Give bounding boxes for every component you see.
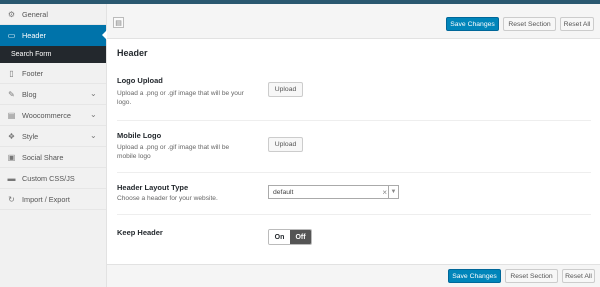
sidebar-subitem-label: Search Form bbox=[11, 51, 52, 58]
header-layout-select[interactable]: default × ▼ bbox=[268, 185, 399, 199]
field-description: Upload a .png or .gif image that will be… bbox=[117, 144, 230, 160]
sidebar-item-label: Header bbox=[22, 31, 46, 40]
sidebar-item-woocommerce[interactable]: ▤ Woocommerce ⌄ bbox=[0, 105, 106, 126]
save-changes-button[interactable]: Save Changes bbox=[446, 17, 499, 31]
sidebar-item-label: Woocommerce bbox=[22, 110, 71, 120]
gears-icon: ⚙ bbox=[7, 9, 16, 19]
selected-value: default bbox=[273, 188, 294, 196]
sidebar-item-general[interactable]: ⚙ General bbox=[0, 4, 106, 25]
sidebar-item-style[interactable]: ❖ Style ⌄ bbox=[0, 126, 106, 147]
expand-options-icon[interactable]: ▤ bbox=[113, 17, 124, 28]
mobile-logo-upload-button[interactable]: Upload bbox=[268, 137, 303, 152]
reset-section-button[interactable]: Reset Section bbox=[503, 17, 556, 31]
reset-all-button[interactable]: Reset All bbox=[562, 269, 595, 283]
section-title: Header bbox=[117, 48, 148, 58]
reset-section-button[interactable]: Reset Section bbox=[505, 269, 558, 283]
bag-icon: ▤ bbox=[7, 110, 16, 120]
toggle-on-option[interactable]: On bbox=[269, 230, 290, 244]
sidebar-item-footer[interactable]: ▯ Footer bbox=[0, 63, 106, 84]
chevron-down-icon[interactable]: ⌄ bbox=[90, 132, 98, 140]
field-description: Choose a header for your website. bbox=[117, 195, 218, 202]
sidebar-item-custom-css-js[interactable]: ▬ Custom CSS/JS bbox=[0, 168, 106, 189]
field-header-layout-type: Header Layout Type Choose a header for y… bbox=[117, 172, 591, 214]
sidebar-item-label: Custom CSS/JS bbox=[22, 173, 75, 183]
top-action-bar: ▤ Save Changes Reset Section Reset All bbox=[107, 4, 600, 39]
field-description: Upload a .png or .gif image that will be… bbox=[117, 90, 244, 106]
sidebar-item-blog[interactable]: ✎ Blog ⌄ bbox=[0, 84, 106, 105]
bottom-action-bar: Save Changes Reset Section Reset All bbox=[107, 264, 600, 287]
clear-icon[interactable]: × bbox=[382, 188, 387, 197]
code-icon: ▬ bbox=[7, 173, 16, 183]
field-label: Keep Header bbox=[117, 228, 163, 237]
sidebar-item-label: Blog bbox=[22, 89, 37, 99]
logo-upload-button[interactable]: Upload bbox=[268, 82, 303, 97]
toggle-off-option[interactable]: Off bbox=[290, 230, 311, 244]
footer-icon: ▯ bbox=[9, 68, 14, 78]
dropdown-arrow-icon[interactable]: ▼ bbox=[388, 186, 398, 198]
field-label: Header Layout Type bbox=[117, 183, 189, 192]
chevron-down-icon[interactable]: ⌄ bbox=[90, 111, 98, 119]
sidebar-item-label: Social Share bbox=[22, 152, 64, 162]
palette-icon: ❖ bbox=[7, 131, 16, 141]
share-icon: ▣ bbox=[7, 152, 16, 162]
field-mobile-logo: Mobile Logo Upload a .png or .gif image … bbox=[117, 120, 591, 170]
reset-all-button[interactable]: Reset All bbox=[560, 17, 594, 31]
sidebar-item-header[interactable]: ▭ Header bbox=[0, 25, 107, 46]
sidebar-item-label: Style bbox=[22, 131, 39, 141]
sidebar-item-label: Import / Export bbox=[22, 194, 70, 204]
sidebar-item-label: Footer bbox=[22, 68, 44, 78]
refresh-icon: ↻ bbox=[8, 194, 15, 204]
keep-header-toggle[interactable]: On Off bbox=[268, 229, 312, 245]
save-changes-button[interactable]: Save Changes bbox=[448, 269, 501, 283]
sidebar-subitem-search-form[interactable]: Search Form bbox=[0, 46, 106, 63]
sidebar-item-label: General bbox=[22, 9, 48, 19]
sidebar-item-social-share[interactable]: ▣ Social Share bbox=[0, 147, 106, 168]
pencil-icon: ✎ bbox=[8, 89, 15, 99]
options-sidebar: ⚙ General ▭ Header Search Form ▯ Footer … bbox=[0, 4, 107, 287]
options-main-panel: ▤ Save Changes Reset Section Reset All H… bbox=[107, 4, 600, 287]
field-logo-upload: Logo Upload Upload a .png or .gif image … bbox=[117, 70, 591, 118]
chevron-down-icon[interactable]: ⌄ bbox=[90, 90, 98, 98]
field-label: Mobile Logo bbox=[117, 131, 162, 140]
field-label: Logo Upload bbox=[117, 76, 163, 85]
header-icon: ▭ bbox=[7, 31, 16, 40]
field-keep-header: Keep Header On Off bbox=[117, 214, 591, 258]
sidebar-item-import-export[interactable]: ↻ Import / Export bbox=[0, 189, 106, 210]
